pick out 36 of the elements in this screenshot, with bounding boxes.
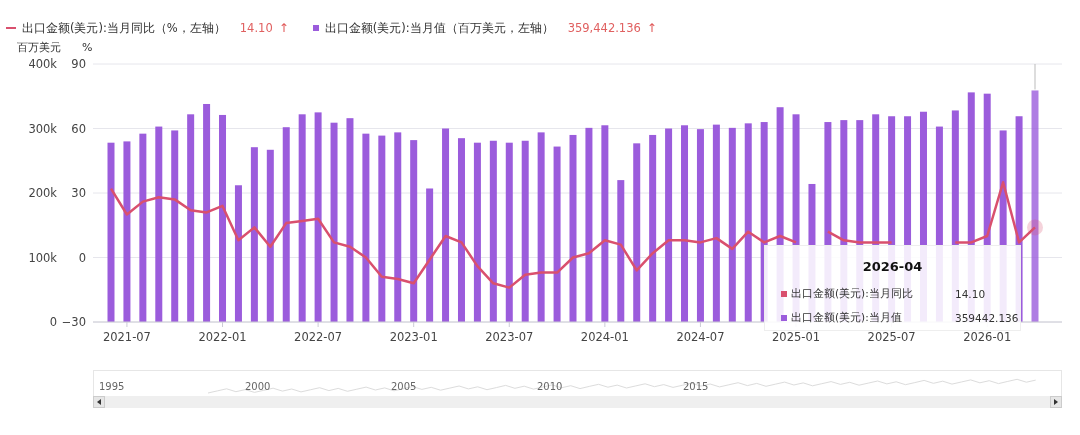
axis-unit: 百万美元 (17, 41, 61, 54)
x-axis-label: 2024-01 (580, 330, 629, 344)
x-axis-label: 2022-01 (198, 330, 247, 344)
y-axis-label: 30 (71, 186, 86, 200)
y-axis-label: 90 (71, 57, 86, 71)
x-axis-label: 2024-07 (676, 330, 725, 344)
navigator-year: 1995 (99, 381, 125, 392)
navigator-year: 2000 (245, 381, 271, 392)
up-arrow: ↑ (646, 21, 657, 35)
x-axis-label: 2023-01 (389, 330, 438, 344)
y-axis-label: 0 (78, 250, 86, 265)
y-axis-label: 100k (28, 250, 57, 265)
tooltip-label: 出口金额(美元):当月同比 (791, 287, 914, 301)
y-axis-label: 60 (71, 121, 86, 136)
y-axis-label: −30 (61, 315, 86, 329)
navigator-year: 2010 (537, 381, 563, 392)
y-axis-label: 200k (28, 186, 57, 200)
navigator-year: 2005 (391, 381, 417, 392)
axis-unit: % (82, 41, 93, 54)
x-axis-label: 2026-01 (963, 330, 1012, 344)
navigator-year: 2015 (683, 381, 709, 392)
legend-value: 359,442.136 (567, 21, 641, 35)
y-axis-label: 0 (49, 315, 57, 329)
x-axis-label: 2022-07 (294, 330, 343, 344)
y-axis-label: 400k (28, 57, 57, 71)
tooltip-title: 2026-04 (861, 259, 924, 274)
up-arrow: ↑ (278, 21, 289, 35)
x-axis-label: 2025-07 (867, 330, 916, 344)
x-axis-label: 2021-07 (102, 330, 151, 344)
y-axis-label: 300k (28, 121, 57, 136)
x-axis-label: 2025-01 (772, 330, 821, 344)
legend-value: 14.10 (239, 21, 273, 35)
x-axis-label: 2023-07 (485, 330, 534, 344)
tooltip-value: 359442.136 (955, 312, 1019, 324)
tooltip-label: 出口金额(美元):当月值 (791, 311, 903, 325)
tooltip-value: 14.10 (955, 288, 986, 300)
